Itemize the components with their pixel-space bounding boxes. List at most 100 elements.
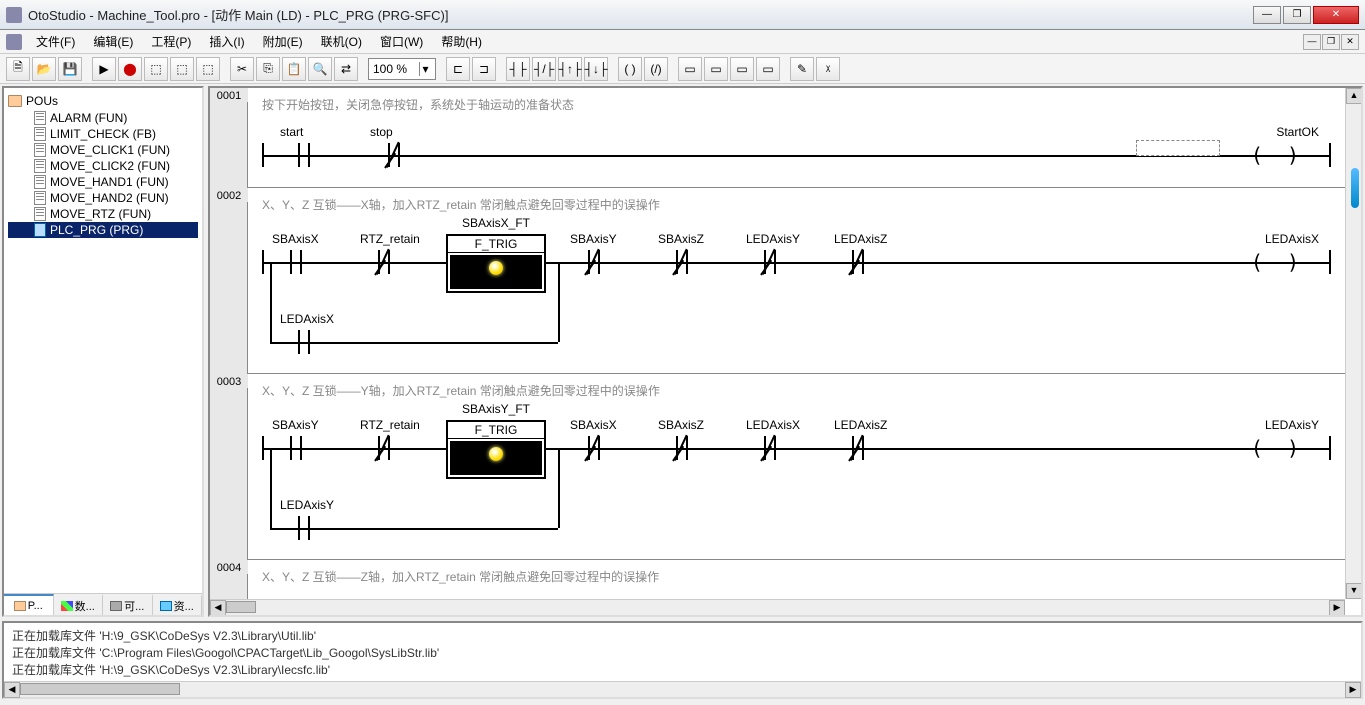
value-box[interactable]: [1136, 140, 1220, 156]
contact-nc[interactable]: [588, 250, 600, 274]
tree-item[interactable]: MOVE_CLICK1 (FUN): [8, 142, 198, 158]
scroll-right-button[interactable]: ▶: [1329, 600, 1345, 615]
save-icon: 💾: [63, 62, 78, 76]
zoom-combo[interactable]: 100 % ▾: [368, 58, 436, 80]
contact-no[interactable]: [290, 436, 302, 460]
fb-button-2[interactable]: ▭: [704, 57, 728, 81]
scroll-up-button[interactable]: ▲: [1346, 88, 1361, 104]
function-block[interactable]: SBAxisX_FTF_TRIGCLKQ: [446, 234, 546, 293]
contact-nc-button[interactable]: ┤/├: [532, 57, 556, 81]
mdi-close[interactable]: ✕: [1341, 34, 1359, 50]
tree-item[interactable]: MOVE_HAND2 (FUN): [8, 190, 198, 206]
msg-scroll-thumb[interactable]: [20, 683, 180, 695]
tree-tab-data[interactable]: 数...: [54, 594, 104, 615]
message-body[interactable]: 正在加载库文件 'H:\9_GSK\CoDeSys V2.3\Library\U…: [4, 623, 1361, 681]
tree-item[interactable]: ALARM (FUN): [8, 110, 198, 126]
msg-scroll-left[interactable]: ◀: [4, 682, 20, 698]
maximize-button[interactable]: ❐: [1283, 6, 1311, 24]
menu-insert[interactable]: 插入(I): [201, 31, 252, 52]
close-button[interactable]: ✕: [1313, 6, 1359, 24]
tool-b-icon: ⬚: [176, 62, 187, 76]
tree-item[interactable]: MOVE_HAND1 (FUN): [8, 174, 198, 190]
tool-c[interactable]: ⬚: [196, 57, 220, 81]
cut-button[interactable]: ✂: [230, 57, 254, 81]
new-button[interactable]: 🗎: [6, 57, 30, 81]
contact-nc[interactable]: [852, 436, 864, 460]
contact-n-button[interactable]: ┤↓├: [584, 57, 608, 81]
vertical-scrollbar[interactable]: ▲ ▼: [1345, 88, 1361, 599]
copy-button[interactable]: ⎘: [256, 57, 280, 81]
coil[interactable]: ( ): [1251, 252, 1305, 272]
contact-nc[interactable]: [852, 250, 864, 274]
contact-nc[interactable]: [378, 436, 390, 460]
scroll-thumb[interactable]: [226, 601, 256, 613]
message-scrollbar[interactable]: ◀ ▶: [4, 681, 1361, 697]
ladder-canvas[interactable]: 0001按下开始按钮，关闭急停按钮，系统处于轴运动的准备状态startstop(…: [248, 88, 1345, 599]
fb-type: F_TRIG: [448, 422, 544, 439]
contact-nc[interactable]: [588, 436, 600, 460]
scroll-down-button[interactable]: ▼: [1346, 583, 1361, 599]
contact-p-button[interactable]: ┤↑├: [558, 57, 582, 81]
contact-nc[interactable]: [378, 250, 390, 274]
coil-label: LEDAxisY: [1265, 418, 1319, 432]
stop-button[interactable]: ⬤: [118, 57, 142, 81]
paste-button[interactable]: 📋: [282, 57, 306, 81]
menu-project[interactable]: 工程(P): [143, 31, 199, 52]
coil[interactable]: ( ): [1251, 438, 1305, 458]
scroll-left-button[interactable]: ◀: [210, 600, 226, 615]
tree-item[interactable]: LIMIT_CHECK (FB): [8, 126, 198, 142]
coil-button[interactable]: ( ): [618, 57, 642, 81]
fb-pin-out: Q: [532, 256, 541, 268]
fb-button-4[interactable]: ▭: [756, 57, 780, 81]
rung-description: 按下开始按钮，关闭急停按钮，系统处于轴运动的准备状态: [248, 88, 1345, 125]
ld-tool-1[interactable]: ⊏: [446, 57, 470, 81]
run-button[interactable]: ▶: [92, 57, 116, 81]
open-button[interactable]: 📂: [32, 57, 56, 81]
document-icon: [34, 159, 46, 173]
menu-addon[interactable]: 附加(E): [255, 31, 311, 52]
contact-label: SBAxisZ: [658, 418, 704, 432]
ld-tool-2[interactable]: ⊐: [472, 57, 496, 81]
tree-item[interactable]: MOVE_RTZ (FUN): [8, 206, 198, 222]
coil[interactable]: ( ): [1251, 145, 1305, 165]
mdi-restore[interactable]: ❐: [1322, 34, 1340, 50]
edit-tool-1[interactable]: ✎: [790, 57, 814, 81]
fb-button-1[interactable]: ▭: [678, 57, 702, 81]
tree-item[interactable]: PLC_PRG (PRG): [8, 222, 198, 238]
msg-scroll-right[interactable]: ▶: [1345, 682, 1361, 698]
tool-a[interactable]: ⬚: [144, 57, 168, 81]
contact-nc[interactable]: [676, 436, 688, 460]
contact-nc[interactable]: [676, 250, 688, 274]
contact-no[interactable]: [298, 143, 310, 167]
contact-label: start: [280, 125, 303, 139]
tree-tabs: P... 数... 可... 资...: [4, 593, 202, 615]
edit-tool-2[interactable]: ᵡ: [816, 57, 840, 81]
save-button[interactable]: 💾: [58, 57, 82, 81]
horizontal-scrollbar[interactable]: ◀ ▶: [210, 599, 1345, 615]
fb-button-3[interactable]: ▭: [730, 57, 754, 81]
tree-item[interactable]: MOVE_CLICK2 (FUN): [8, 158, 198, 174]
coil-neg-button[interactable]: (/): [644, 57, 668, 81]
tree-root[interactable]: POUs: [8, 94, 198, 108]
replace-button[interactable]: ⇄: [334, 57, 358, 81]
menu-edit[interactable]: 编辑(E): [85, 31, 141, 52]
mdi-minimize[interactable]: —: [1303, 34, 1321, 50]
menu-file[interactable]: 文件(F): [28, 31, 83, 52]
tree-tab-pou[interactable]: P...: [4, 594, 54, 615]
menu-window[interactable]: 窗口(W): [372, 31, 431, 52]
contact-nc[interactable]: [764, 250, 776, 274]
tool-b[interactable]: ⬚: [170, 57, 194, 81]
tree-tab-res[interactable]: 资...: [153, 594, 203, 615]
tree-tab-vis[interactable]: 可...: [103, 594, 153, 615]
contact-nc[interactable]: [764, 436, 776, 460]
function-block[interactable]: SBAxisY_FTF_TRIGCLKQ: [446, 420, 546, 479]
contact-nc[interactable]: [388, 143, 400, 167]
contact-no-button[interactable]: ┤├: [506, 57, 530, 81]
contact-no[interactable]: [290, 250, 302, 274]
menu-help[interactable]: 帮助(H): [433, 31, 490, 52]
find-button[interactable]: 🔍: [308, 57, 332, 81]
minimize-button[interactable]: —: [1253, 6, 1281, 24]
new-icon: 🗎: [13, 58, 23, 79]
menu-online[interactable]: 联机(O): [313, 31, 370, 52]
message-line: 正在加载库文件 'H:\9_GSK\CoDeSys V2.3\Library\U…: [12, 627, 1353, 644]
